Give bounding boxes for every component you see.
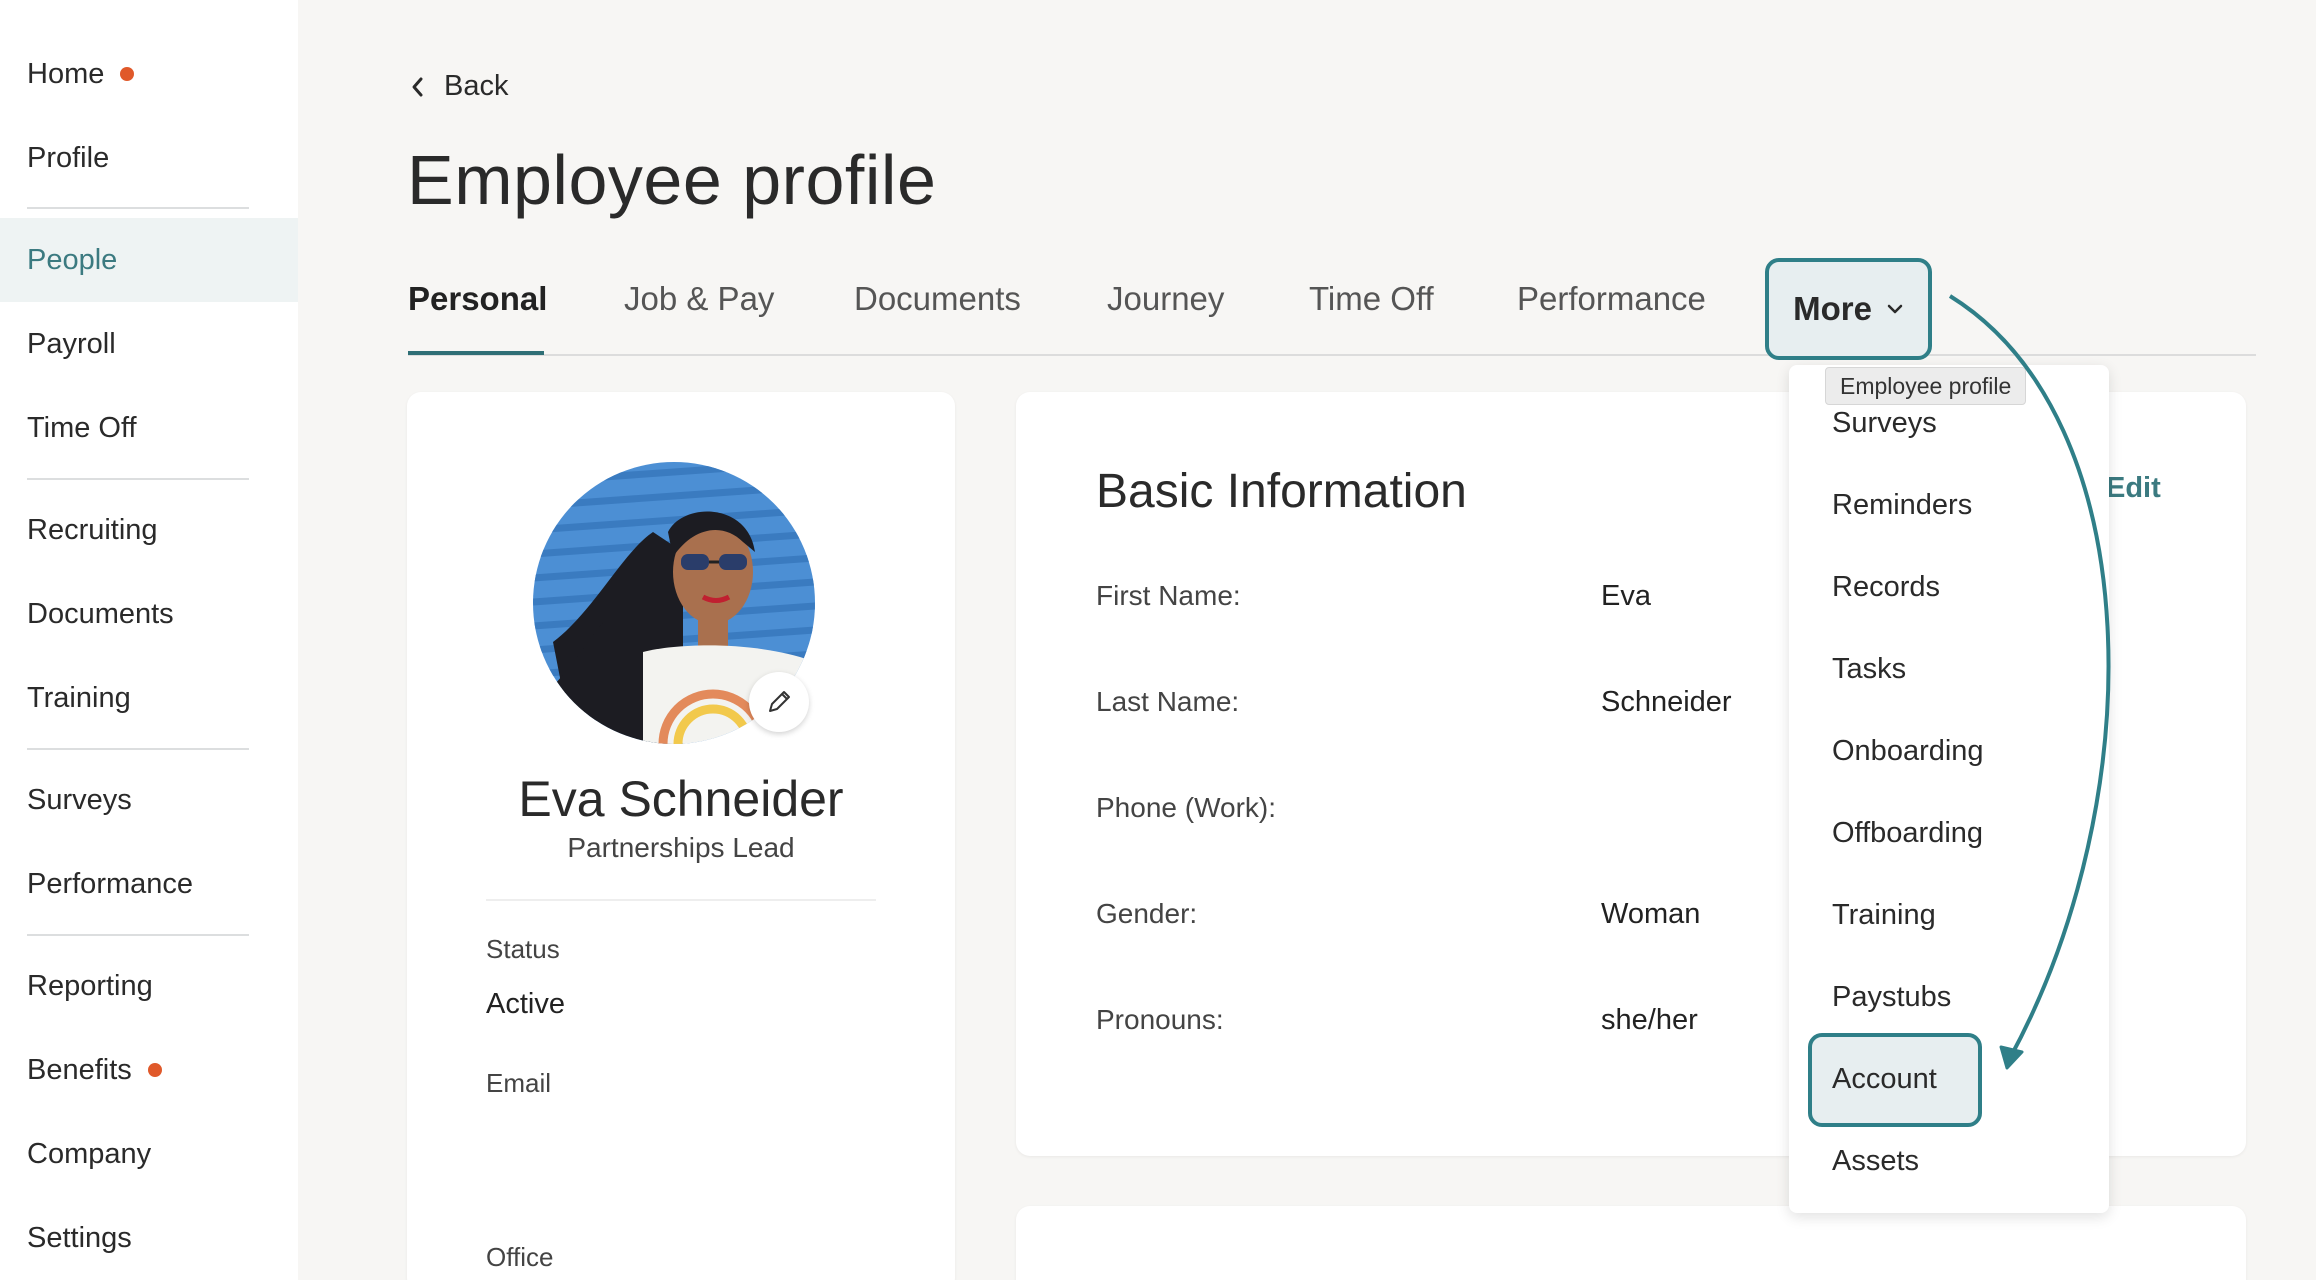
tab-personal[interactable]: Personal [408,280,547,318]
gender-value: Woman [1601,898,1701,930]
sidebar-divider [27,478,249,480]
phone-work-label: Phone (Work): [1096,792,1276,823]
sidebar-item-time-off[interactable]: Time Off [0,386,298,470]
chevron-down-icon [1887,304,1903,314]
notification-dot [147,1063,162,1077]
menu-item-account[interactable]: Account [1832,1063,1937,1096]
sidebar-item-label: Training [27,681,131,714]
sidebar-divider [27,934,249,936]
pencil-icon [769,691,790,712]
office-label: Office [486,1242,554,1272]
sidebar-item-label: Profile [27,141,110,174]
pronouns-value: she/her [1601,1004,1698,1036]
employee-title: Partnerships Lead [567,832,795,863]
sidebar-item-label: Benefits [27,1053,132,1086]
profile-divider [486,899,876,901]
first-name-value: Eva [1601,580,1651,612]
menu-item-paystubs[interactable]: Paystubs [1832,981,1951,1014]
page-title: Employee profile [407,141,937,219]
more-tab-button[interactable]: More [1765,258,1932,360]
sidebar-item-home[interactable]: Home [0,32,298,116]
sidebar-item-label: Documents [27,597,174,630]
sidebar-item-label: Reporting [27,969,153,1002]
more-tab-label: More [1793,290,1872,327]
employee-name: Eva Schneider [518,771,844,827]
sidebar-item-profile[interactable]: Profile [0,116,298,200]
chevron-left-icon [412,77,423,96]
sidebar-item-payroll[interactable]: Payroll [0,302,298,386]
menu-item-surveys[interactable]: Surveys [1832,407,1937,440]
tab-journey[interactable]: Journey [1107,280,1224,318]
sidebar-item-label: Recruiting [27,513,158,546]
sidebar-item-performance[interactable]: Performance [0,842,298,926]
menu-item-records[interactable]: Records [1832,571,1940,604]
sidebar-item-label: Home [27,57,105,90]
status-value: Active [486,988,565,1020]
menu-item-onboarding[interactable]: Onboarding [1832,735,1984,768]
first-name-label: First Name: [1096,580,1241,611]
sidebar-item-reporting[interactable]: Reporting [0,944,298,1028]
sidebar-item-surveys[interactable]: Surveys [0,758,298,842]
tab-time-off[interactable]: Time Off [1309,280,1434,318]
basic-info-title: Basic Information [1096,465,1467,518]
sidebar-item-label: Settings [27,1221,132,1254]
menu-item-assets[interactable]: Assets [1832,1145,1919,1178]
sidebar-item-documents[interactable]: Documents [0,572,298,656]
menu-item-training[interactable]: Training [1832,899,1936,932]
last-name-value: Schneider [1601,686,1732,718]
tab-performance[interactable]: Performance [1517,280,1706,318]
sidebar-item-label: People [27,243,118,276]
sidebar: Home Profile People Payroll Time Off Rec… [0,0,298,1280]
sidebar-item-label: Time Off [27,411,137,444]
tab-documents[interactable]: Documents [854,280,1021,318]
sidebar-item-label: Performance [27,867,194,900]
tooltip: Employee profile [1825,367,2027,405]
menu-item-offboarding[interactable]: Offboarding [1832,817,1983,850]
edit-basic-info-button[interactable]: Edit [2106,472,2161,505]
email-label: Email [486,1068,552,1098]
sidebar-item-settings[interactable]: Settings [0,1196,298,1280]
sidebar-divider [27,207,249,209]
status-label: Status [486,934,560,964]
sidebar-item-benefits[interactable]: Benefits [0,1028,298,1112]
gender-label: Gender: [1096,898,1198,929]
sidebar-item-people[interactable]: People [0,218,298,302]
sidebar-item-training[interactable]: Training [0,656,298,740]
sidebar-divider [27,748,249,750]
sidebar-item-company[interactable]: Company [0,1112,298,1196]
back-link[interactable]: Back [410,70,508,103]
secondary-card [1016,1206,2246,1280]
profile-card: Eva Schneider Partnerships Lead Status A… [407,392,955,1280]
pronouns-label: Pronouns: [1096,1004,1224,1035]
sidebar-item-recruiting[interactable]: Recruiting [0,488,298,572]
active-tab-indicator [408,351,544,355]
notification-dot [120,67,135,81]
last-name-label: Last Name: [1096,686,1240,717]
tabs-divider [408,354,2256,356]
edit-photo-button[interactable] [749,672,809,732]
menu-item-reminders[interactable]: Reminders [1832,489,1972,522]
back-label: Back [444,70,509,102]
tab-job-pay[interactable]: Job & Pay [624,280,774,318]
menu-item-tasks[interactable]: Tasks [1832,653,1906,686]
sidebar-item-label: Company [27,1137,152,1170]
sidebar-item-label: Payroll [27,327,116,360]
sidebar-item-label: Surveys [27,783,132,816]
